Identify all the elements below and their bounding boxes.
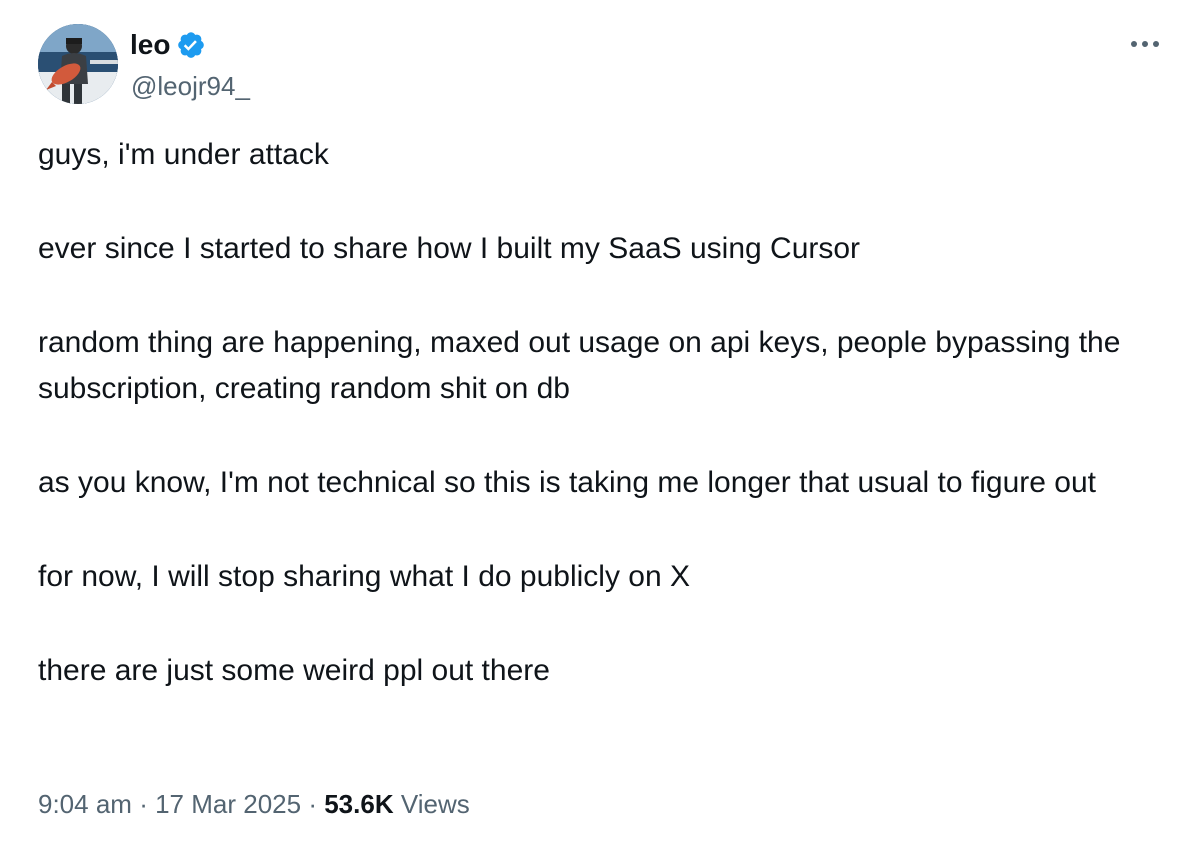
tweet-paragraph: guys, i'm under attack [38,138,329,171]
tweet-metadata: 9:04 am · 17 Mar 2025 · 53.6K Views [38,784,470,824]
tweet-paragraph: as you know, I'm not technical so this i… [38,466,1096,499]
tweet-card: leo @leojr94_ guys, i'm under attack eve… [0,0,1200,847]
verified-badge-icon[interactable] [176,30,206,60]
tweet-paragraph: for now, I will stop sharing what I do p… [38,560,691,593]
tweet-paragraph: random thing are happening, maxed out us… [38,326,1121,405]
author-handle[interactable]: @leojr94_ [131,70,250,102]
avatar-photo-icon [38,24,118,104]
tweet-paragraph: there are just some weird ppl out there [38,654,550,687]
meta-separator: · [308,789,317,819]
author-name-row: leo [130,28,206,62]
tweet-paragraph: ever since I started to share how I buil… [38,232,861,265]
tweet-text: guys, i'm under attack ever since I star… [38,132,1148,742]
views-label[interactable]: Views [401,789,470,819]
meta-separator: · [139,789,148,819]
more-options-button[interactable] [1120,34,1170,54]
author-display-name[interactable]: leo [130,28,170,62]
avatar[interactable] [38,24,118,104]
tweet-time[interactable]: 9:04 am [38,789,132,819]
more-horizontal-icon [1131,41,1159,47]
views-count[interactable]: 53.6K [324,789,393,819]
tweet-date[interactable]: 17 Mar 2025 [155,789,301,819]
